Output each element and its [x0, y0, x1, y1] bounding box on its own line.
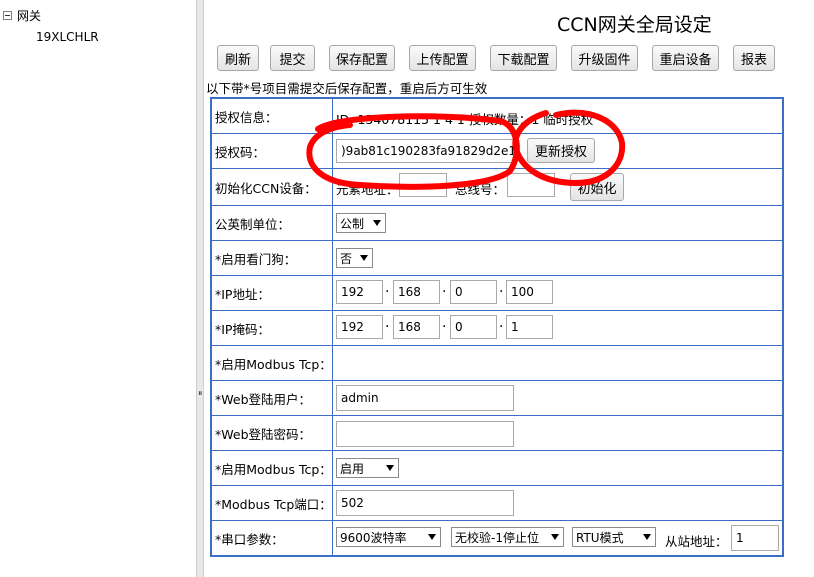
modbus-enable-select[interactable]: 启用 — [336, 458, 399, 478]
web-password-label: *Web登陆密码： — [212, 416, 333, 450]
init-ccn-label: 初始化CCN设备： — [212, 169, 333, 205]
row-modbus-port: *Modbus Tcp端口： 502 — [212, 486, 782, 521]
row-license-info: 授权信息： ID: 154078115 1 4 1 授权数量：1 临时授权 — [212, 99, 782, 134]
row-modbus-enable-b: *启用Modbus Tcp： 启用 — [212, 451, 782, 486]
tree-node-gateway-label[interactable]: 网关 — [17, 7, 41, 24]
row-unit: 公英制单位： 公制 — [212, 206, 782, 241]
ip-octet-2[interactable]: 168 — [393, 280, 440, 304]
report-button[interactable]: 报表 — [733, 45, 775, 71]
submit-button[interactable]: 提交 — [270, 45, 315, 71]
ip-dot: · — [442, 284, 447, 300]
collapse-icon[interactable] — [3, 11, 12, 20]
modbus-enable-a-label: *启用Modbus Tcp： — [212, 346, 333, 380]
web-user-label: *Web登陆用户： — [212, 381, 333, 415]
mode-select[interactable]: RTU模式 — [572, 527, 656, 547]
baud-select-value: 9600波特率 — [340, 530, 407, 545]
mask-dot: · — [499, 319, 504, 335]
ip-dot: · — [499, 284, 504, 300]
mask-octet-4[interactable]: 1 — [506, 315, 553, 339]
row-serial: *串口参数： 9600波特率 无校验-1停止位 RTU模式 从站地址： 1 — [212, 521, 782, 555]
upgrade-firmware-button[interactable]: 升级固件 — [571, 45, 638, 71]
row-init-ccn: 初始化CCN设备： 元素地址： 总线号： 初始化 — [212, 169, 782, 206]
modbus-enable-b-label: *启用Modbus Tcp： — [212, 451, 333, 485]
row-web-user: *Web登陆用户： admin — [212, 381, 782, 416]
ip-dot: · — [385, 284, 390, 300]
mask-octet-3[interactable]: 0 — [450, 315, 497, 339]
row-ip: *IP地址： 192 · 168 · 0 · 100 — [212, 276, 782, 311]
mask-dot: · — [385, 319, 390, 335]
slave-address-label: 从站地址： — [665, 534, 728, 549]
modbus-port-label: *Modbus Tcp端口： — [212, 486, 333, 520]
ip-label: *IP地址： — [212, 276, 333, 310]
row-watchdog: *启用看门狗： 否 — [212, 241, 782, 276]
ip-octet-3[interactable]: 0 — [450, 280, 497, 304]
chevron-down-icon — [360, 255, 368, 261]
refresh-button[interactable]: 刷新 — [217, 45, 259, 71]
config-table: 授权信息： ID: 154078115 1 4 1 授权数量：1 临时授权 授权… — [210, 97, 784, 557]
upload-config-button[interactable]: 上传配置 — [409, 45, 476, 71]
slave-address-input[interactable]: 1 — [731, 525, 779, 551]
license-code-input[interactable]: )9ab81c190283fa91829d2e11 — [336, 139, 514, 163]
sidebar-tree: 网关 19XLCHLR — [0, 0, 196, 577]
web-user-input[interactable]: admin — [336, 385, 514, 411]
mask-dot: · — [442, 319, 447, 335]
restart-device-button[interactable]: 重启设备 — [652, 45, 719, 71]
bus-number-label: 总线号： — [455, 182, 506, 197]
watchdog-label: *启用看门狗： — [212, 241, 333, 275]
parity-select[interactable]: 无校验-1停止位 — [451, 527, 564, 547]
main-panel: CCN网关全局设定 刷新 提交 保存配置 上传配置 下载配置 升级固件 重启设备… — [205, 0, 814, 577]
unit-select-value: 公制 — [340, 216, 365, 231]
element-address-input[interactable] — [399, 173, 447, 197]
row-license-code: 授权码： )9ab81c190283fa91829d2e11 更新授权 — [212, 134, 782, 169]
baud-select[interactable]: 9600波特率 — [336, 527, 441, 547]
license-code-label: 授权码： — [212, 134, 333, 168]
ip-octet-4[interactable]: 100 — [506, 280, 553, 304]
row-modbus-enable-a: *启用Modbus Tcp： — [212, 346, 782, 381]
web-password-input[interactable] — [336, 421, 514, 447]
serial-label: *串口参数： — [212, 521, 333, 555]
chevron-down-icon — [373, 220, 381, 226]
mode-select-value: RTU模式 — [576, 530, 624, 545]
download-config-button[interactable]: 下载配置 — [490, 45, 557, 71]
chevron-down-icon — [551, 534, 559, 540]
row-mask: *IP掩码： 192 · 168 · 0 · 1 — [212, 311, 782, 346]
mask-octet-1[interactable]: 192 — [336, 315, 383, 339]
license-info-value: ID: 154078115 1 4 1 授权数量：1 临时授权 — [336, 112, 594, 127]
unit-select[interactable]: 公制 — [336, 213, 386, 233]
element-address-label: 元素地址： — [336, 182, 399, 197]
save-config-button[interactable]: 保存配置 — [329, 45, 395, 71]
modbus-enable-select-value: 启用 — [340, 461, 365, 476]
page-title: CCN网关全局设定 — [557, 14, 712, 36]
row-web-password: *Web登陆密码： — [212, 416, 782, 451]
update-license-button[interactable]: 更新授权 — [527, 138, 595, 163]
tree-node-device[interactable]: 19XLCHLR — [36, 30, 99, 44]
unit-label: 公英制单位： — [212, 206, 333, 240]
pane-splitter[interactable]: ⏸ — [196, 0, 204, 577]
watchdog-select[interactable]: 否 — [336, 248, 373, 268]
parity-select-value: 无校验-1停止位 — [455, 530, 539, 545]
save-notice: 以下带*号项目需提交后保存配置，重启后方可生效 — [206, 81, 488, 96]
splitter-grip-icon[interactable]: ⏸ — [198, 390, 203, 399]
bus-number-input[interactable] — [507, 173, 555, 197]
mask-label: *IP掩码： — [212, 311, 333, 345]
license-info-label: 授权信息： — [212, 99, 333, 133]
modbus-port-input[interactable]: 502 — [336, 490, 514, 516]
chevron-down-icon — [643, 534, 651, 540]
chevron-down-icon — [428, 534, 436, 540]
watchdog-select-value: 否 — [340, 251, 353, 266]
chevron-down-icon — [386, 465, 394, 471]
initialize-button[interactable]: 初始化 — [570, 173, 624, 201]
mask-octet-2[interactable]: 168 — [393, 315, 440, 339]
ip-octet-1[interactable]: 192 — [336, 280, 383, 304]
tree-node-gateway[interactable]: 网关 — [3, 7, 41, 24]
